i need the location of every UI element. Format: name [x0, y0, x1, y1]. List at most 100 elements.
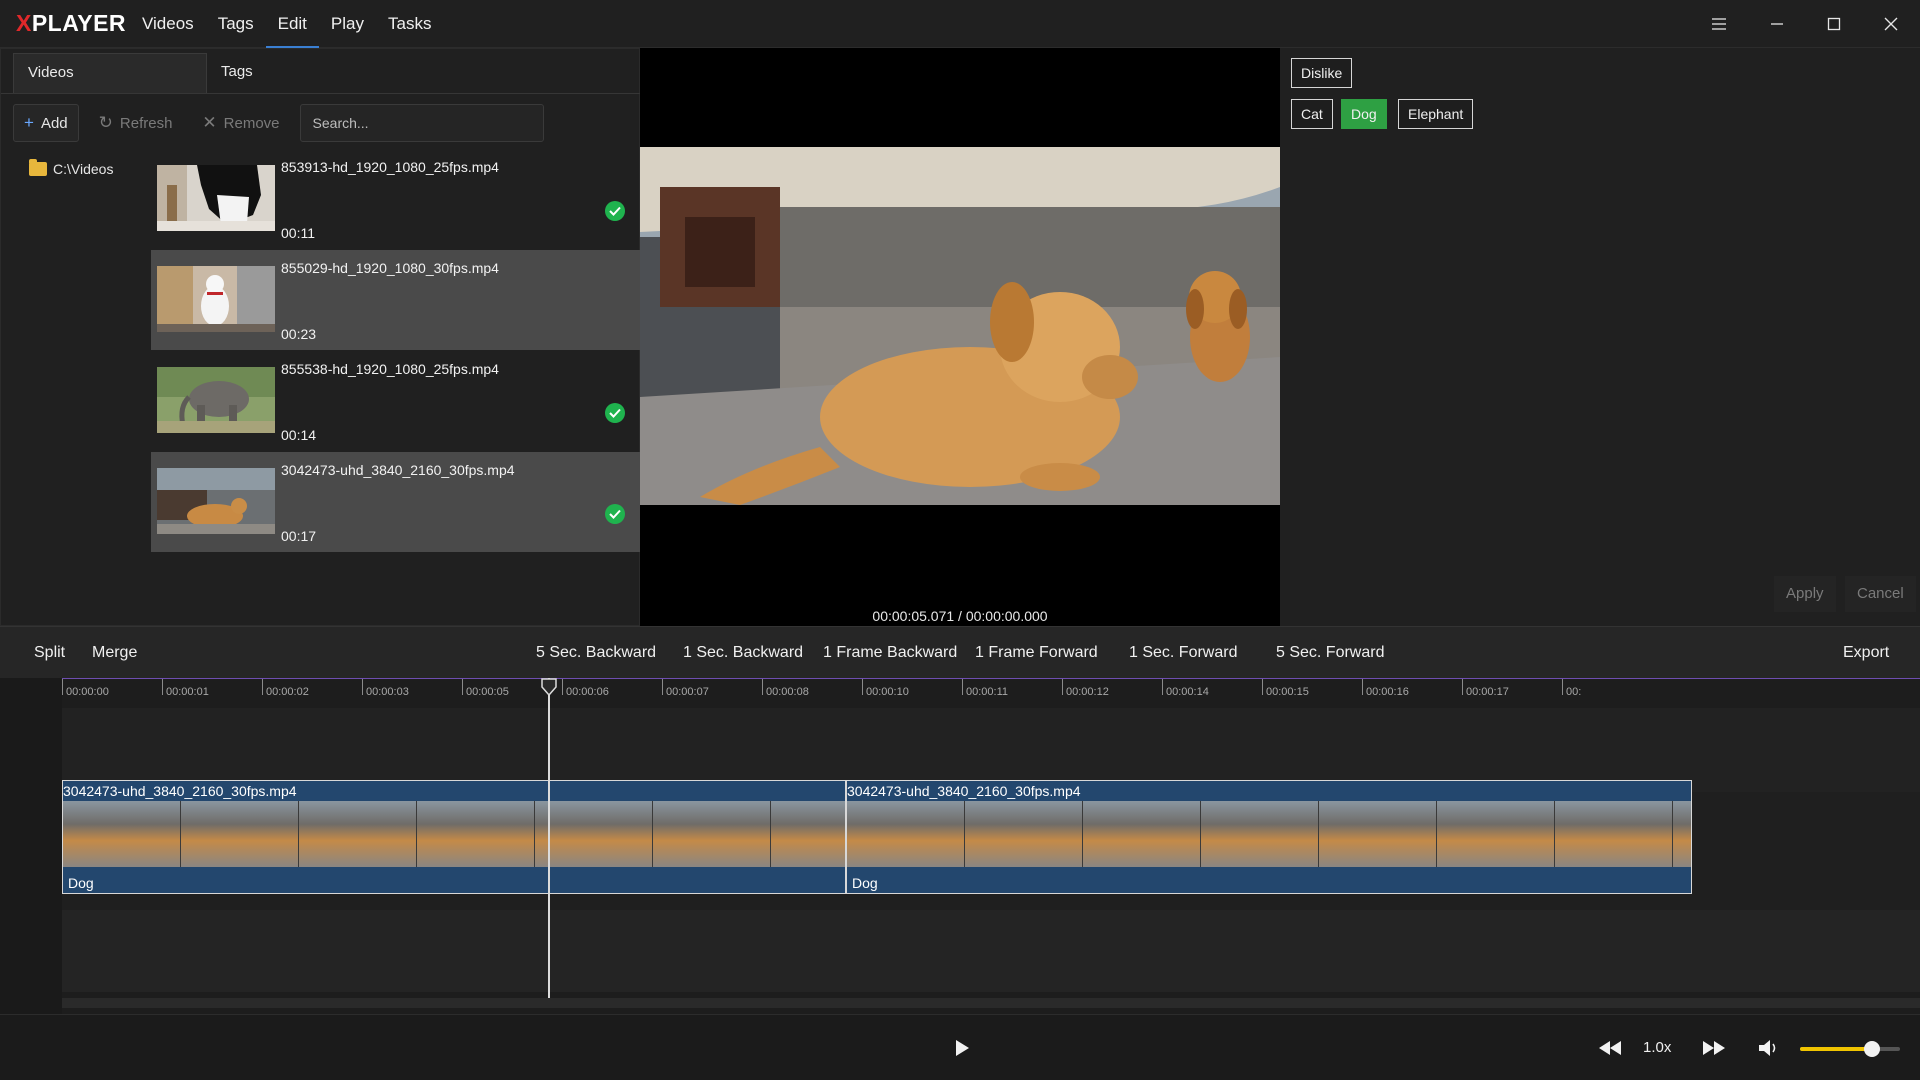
ruler-tick-label: 00:00:05	[466, 686, 509, 698]
ruler-tick-label: 00:00:15	[1266, 686, 1309, 698]
timeline-ruler[interactable]: 00:00:00 00:00:01 00:00:02 00:00:03 00:00:05…	[62, 678, 1920, 706]
video-list-item[interactable]: 3042473-uhd_3840_2160_30fps.mp4 00:17	[151, 452, 641, 552]
remove-label: Remove	[223, 114, 280, 132]
forward-5-sec-button[interactable]: 5 Sec. Forward	[1276, 627, 1384, 679]
ruler-tick-label: 00:00:08	[766, 686, 809, 698]
minimize-icon[interactable]	[1749, 0, 1805, 48]
ruler-tick-label: 00:00:01	[166, 686, 209, 698]
volume-slider[interactable]	[1800, 1041, 1900, 1057]
video-library-panel: Videos Tags + Add ↻ Refresh ✕ Remove C:\…	[0, 48, 641, 626]
forward-1-sec-button[interactable]: 1 Sec. Forward	[1129, 627, 1237, 679]
back-5-sec-button[interactable]: 5 Sec. Backward	[536, 627, 656, 679]
library-tabs: Videos Tags	[13, 53, 401, 93]
playback-speed[interactable]: 1.0x	[1643, 1015, 1671, 1080]
clip-frame	[181, 801, 299, 867]
menu-play[interactable]: Play	[319, 0, 376, 48]
clip-tag: Dog	[852, 875, 878, 891]
maximize-icon[interactable]	[1806, 0, 1862, 48]
video-list-item[interactable]: 853913-hd_1920_1080_25fps.mp4 00:11	[151, 149, 641, 249]
library-toolbar: + Add ↻ Refresh ✕ Remove	[13, 104, 544, 142]
video-name: 855029-hd_1920_1080_30fps.mp4	[281, 260, 499, 276]
add-label: Add	[40, 114, 68, 132]
video-list: 853913-hd_1920_1080_25fps.mp4 00:11 8550…	[151, 149, 641, 553]
clip-name: 3042473-uhd_3840_2160_30fps.mp4	[63, 783, 297, 799]
ruler-tick-label: 00:00:07	[666, 686, 709, 698]
tab-videos[interactable]: Videos	[13, 53, 207, 93]
edit-controls-bar: Split Merge 5 Sec. Backward 1 Sec. Backw…	[0, 626, 1920, 678]
check-icon	[605, 403, 625, 423]
volume-knob[interactable]	[1864, 1041, 1880, 1057]
forward-1-frame-button[interactable]: 1 Frame Forward	[975, 627, 1098, 679]
video-duration: 00:17	[281, 528, 317, 544]
dislike-button[interactable]: Dislike	[1291, 58, 1353, 88]
timeline[interactable]: 00:00:00 00:00:01 00:00:02 00:00:03 00:00:05…	[0, 678, 1920, 1014]
folder-label: C:\Videos	[53, 161, 114, 177]
ruler-tick-label: 00:00:17	[1466, 686, 1509, 698]
timeline-gutter	[0, 678, 62, 1014]
playhead-line[interactable]	[548, 678, 550, 998]
tag-elephant-button[interactable]: Elephant	[1398, 99, 1474, 129]
fast-forward-icon[interactable]	[1700, 1015, 1728, 1080]
tag-dog-button[interactable]: Dog	[1341, 99, 1387, 129]
video-thumbnail	[157, 367, 275, 433]
video-duration: 00:23	[281, 326, 317, 342]
clip-filmstrip	[63, 801, 845, 867]
video-preview[interactable]: 00:00:05.071 / 00:00:00.000	[640, 48, 1280, 626]
clip-frame	[1083, 801, 1201, 867]
video-list-item[interactable]: 855029-hd_1920_1080_30fps.mp4 00:23	[151, 250, 641, 350]
ruler-tick-label: 00:00:03	[366, 686, 409, 698]
refresh-button[interactable]: ↻ Refresh	[89, 104, 183, 142]
export-button[interactable]: Export	[1843, 627, 1889, 679]
timeline-scrollbar[interactable]	[62, 998, 1920, 1008]
merge-button[interactable]: Merge	[92, 627, 137, 679]
rewind-icon[interactable]	[1596, 1015, 1624, 1080]
timeline-clip[interactable]: 3042473-uhd_3840_2160_30fps.mp4 Dog	[846, 780, 1692, 894]
menu-tasks[interactable]: Tasks	[376, 0, 443, 48]
apply-button[interactable]: Apply	[1774, 576, 1836, 612]
menu-videos[interactable]: Videos	[130, 0, 206, 48]
ruler-tick-label: 00:00:06	[566, 686, 609, 698]
title-bar: XPLAYER Videos Tags Edit Play Tasks	[0, 0, 1920, 48]
check-icon	[605, 201, 625, 221]
cancel-button[interactable]: Cancel	[1845, 576, 1916, 612]
clip-name: 3042473-uhd_3840_2160_30fps.mp4	[847, 783, 1081, 799]
back-1-frame-button[interactable]: 1 Frame Backward	[823, 627, 957, 679]
video-thumbnail	[157, 266, 275, 332]
timecode-display: 00:00:05.071 / 00:00:00.000	[872, 608, 1048, 624]
play-icon[interactable]	[950, 1015, 974, 1080]
ruler-tick-label: 00:00:14	[1166, 686, 1209, 698]
folder-icon	[29, 159, 47, 176]
video-duration: 00:11	[281, 225, 315, 241]
transport-bar: 1.0x	[0, 1014, 1920, 1080]
video-name: 3042473-uhd_3840_2160_30fps.mp4	[281, 462, 515, 478]
clip-frame	[847, 801, 965, 867]
video-list-item[interactable]: 855538-hd_1920_1080_25fps.mp4 00:14	[151, 351, 641, 451]
app-logo: XPLAYER	[16, 10, 127, 36]
x-icon: ✕	[202, 113, 217, 132]
menu-edit[interactable]: Edit	[265, 0, 319, 48]
video-frame	[640, 147, 1280, 505]
folder-tree-item[interactable]: C:\Videos	[29, 159, 114, 177]
volume-icon[interactable]	[1756, 1015, 1780, 1080]
video-thumbnail	[157, 165, 275, 231]
playhead-handle[interactable]	[541, 678, 557, 696]
plus-icon: +	[24, 113, 34, 132]
remove-button[interactable]: ✕ Remove	[192, 104, 289, 142]
tag-cat-button[interactable]: Cat	[1291, 99, 1333, 129]
timeline-clip[interactable]: 3042473-uhd_3840_2160_30fps.mp4 Dog	[62, 780, 846, 894]
menu-tags[interactable]: Tags	[206, 0, 266, 48]
clip-frame	[1673, 801, 1691, 867]
add-button[interactable]: + Add	[13, 104, 79, 142]
split-button[interactable]: Split	[34, 627, 65, 679]
refresh-icon: ↻	[98, 113, 113, 132]
back-1-sec-button[interactable]: 1 Sec. Backward	[683, 627, 803, 679]
ruler-tick-label: 00:00:12	[1066, 686, 1109, 698]
clip-frame	[1201, 801, 1319, 867]
clip-frame	[1319, 801, 1437, 867]
hamburger-icon[interactable]	[1691, 0, 1747, 48]
tabs-divider	[1, 93, 641, 94]
tab-tags[interactable]: Tags	[207, 53, 401, 93]
search-input[interactable]	[299, 104, 544, 142]
close-icon[interactable]	[1863, 0, 1919, 48]
ruler-tick-label: 00:00:00	[66, 686, 109, 698]
